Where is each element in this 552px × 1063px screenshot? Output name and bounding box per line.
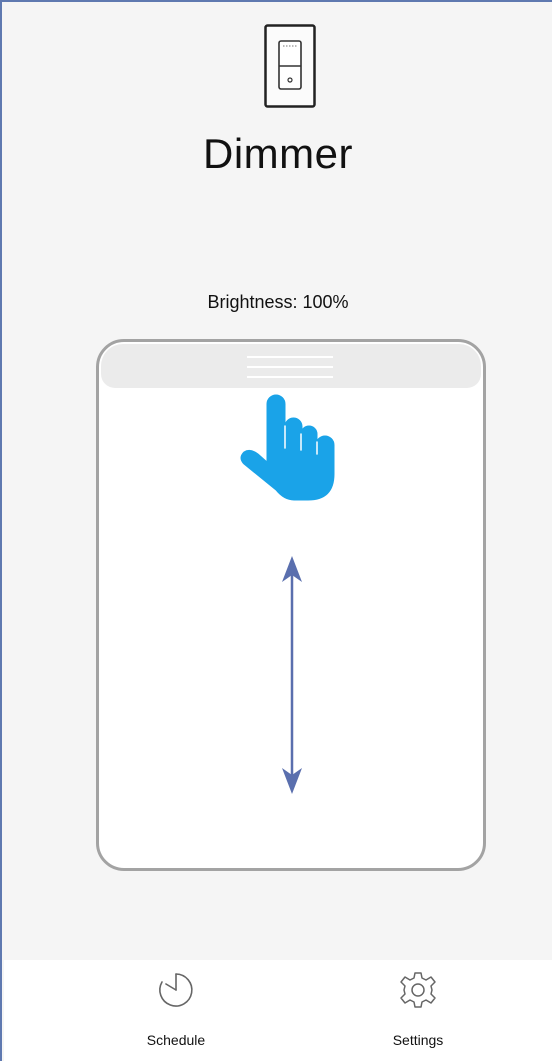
tab-settings[interactable]: Settings xyxy=(358,960,478,1063)
brightness-readout: Brightness: 100% xyxy=(207,292,349,312)
bottom-tab-bar: Schedule Settings xyxy=(4,960,552,1063)
gear-icon xyxy=(400,972,436,1008)
app-screen: Dimmer Brightness: 100% Schedule Setting… xyxy=(0,0,552,1063)
page-title: Dimmer xyxy=(203,130,353,177)
grip-line xyxy=(247,366,333,368)
tab-schedule-label: Schedule xyxy=(146,1032,206,1048)
tab-settings-label: Settings xyxy=(392,1032,444,1048)
vertical-double-arrow-icon xyxy=(282,556,302,794)
tab-schedule[interactable]: Schedule xyxy=(116,960,236,1063)
grip-line xyxy=(247,376,333,378)
slider-handle[interactable] xyxy=(101,344,481,388)
grip-line xyxy=(247,356,333,358)
timer-icon xyxy=(159,973,193,1007)
pointing-hand-icon xyxy=(240,394,335,501)
wall-dimmer-switch-icon xyxy=(264,24,316,108)
